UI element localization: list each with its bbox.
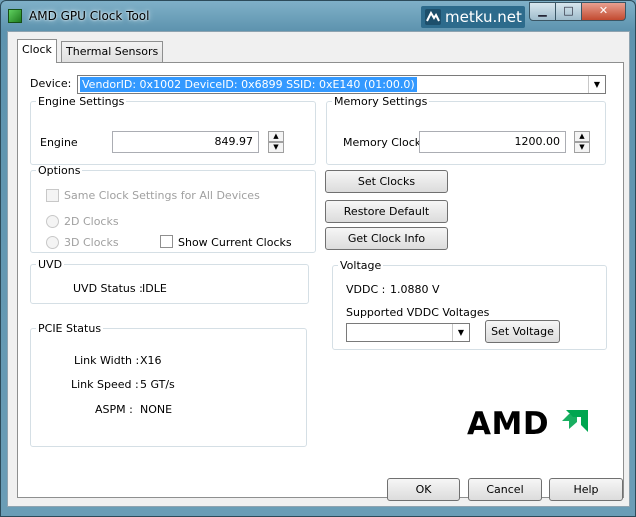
spin-up-icon[interactable]: ▲: [574, 131, 590, 142]
supported-vddc-select[interactable]: ▼: [346, 323, 470, 342]
show-current-clocks-label: Show Current Clocks: [178, 236, 292, 249]
metku-brand-text: metku.net: [445, 8, 522, 26]
uvd-title: UVD: [38, 258, 63, 271]
link-speed-label: Link Speed :: [71, 378, 139, 391]
set-voltage-button[interactable]: Set Voltage: [485, 320, 560, 343]
device-label: Device:: [30, 77, 72, 90]
uvd-status-value: IDLE: [142, 282, 167, 295]
app-window: AMD GPU Clock Tool metku.net ▁ □ ✕ Clock…: [0, 0, 636, 517]
aspm-value: NONE: [140, 403, 173, 416]
memory-clock-input[interactable]: 1200.00: [419, 131, 566, 153]
close-button[interactable]: ✕: [581, 2, 626, 21]
app-icon: [8, 9, 22, 23]
aspm-label: ASPM :: [95, 403, 133, 416]
link-width-label: Link Width :: [74, 354, 140, 367]
amd-logo: AMD: [450, 399, 607, 453]
minimize-button[interactable]: ▁: [529, 2, 556, 21]
memory-settings-title: Memory Settings: [334, 95, 428, 108]
chevron-down-icon[interactable]: ▼: [452, 324, 469, 341]
memory-clock-spinner[interactable]: ▲ ▼: [574, 131, 590, 153]
engine-label: Engine: [40, 136, 78, 149]
device-select-value: VendorID: 0x1002 DeviceID: 0x6899 SSID: …: [80, 77, 417, 92]
tab-clock[interactable]: Clock: [17, 39, 57, 63]
engine-settings-group: Engine Settings: [30, 95, 316, 165]
ok-button[interactable]: OK: [387, 478, 460, 501]
spin-down-icon[interactable]: ▼: [268, 142, 284, 153]
uvd-group: UVD: [30, 258, 309, 304]
engine-clock-input[interactable]: 849.97: [112, 131, 259, 153]
title-bar[interactable]: AMD GPU Clock Tool metku.net ▁ □ ✕: [1, 1, 635, 31]
voltage-title: Voltage: [340, 259, 382, 272]
clocks-3d-radio[interactable]: [46, 236, 59, 249]
spin-down-icon[interactable]: ▼: [574, 142, 590, 153]
metku-logo-icon: [425, 9, 441, 25]
clocks-2d-radio[interactable]: [46, 215, 59, 228]
amd-arrow-icon: [562, 410, 588, 432]
pcie-status-title: PCIE Status: [38, 322, 102, 335]
spin-up-icon[interactable]: ▲: [268, 131, 284, 142]
same-clock-checkbox[interactable]: [46, 189, 59, 202]
restore-default-clocks-button[interactable]: Restore Default Clocks: [325, 200, 448, 239]
help-button[interactable]: Help: [549, 478, 623, 501]
show-current-clocks-checkbox[interactable]: [160, 235, 173, 248]
window-title: AMD GPU Clock Tool: [29, 9, 150, 23]
link-width-value: X16: [140, 354, 162, 367]
amd-logo-text: AMD: [467, 406, 550, 442]
metku-brand-badge: metku.net: [421, 6, 525, 28]
uvd-status-label: UVD Status :: [73, 282, 143, 295]
device-select[interactable]: VendorID: 0x1002 DeviceID: 0x6899 SSID: …: [77, 75, 606, 94]
options-title: Options: [38, 164, 81, 177]
link-speed-value: 5 GT/s: [140, 378, 175, 391]
chevron-down-icon[interactable]: ▼: [588, 76, 605, 93]
clocks-3d-label: 3D Clocks: [64, 236, 119, 249]
set-clocks-button[interactable]: Set Clocks: [325, 170, 448, 193]
engine-settings-title: Engine Settings: [38, 95, 125, 108]
same-clock-label: Same Clock Settings for All Devices: [64, 189, 260, 202]
clocks-2d-label: 2D Clocks: [64, 215, 119, 228]
cancel-button[interactable]: Cancel: [468, 478, 542, 501]
clock-tab-panel: Device: VendorID: 0x1002 DeviceID: 0x689…: [17, 62, 624, 498]
client-area: Clock Thermal Sensors Device: VendorID: …: [7, 31, 630, 507]
vddc-value: 1.0880 V: [390, 283, 440, 296]
engine-clock-spinner[interactable]: ▲ ▼: [268, 131, 284, 153]
vddc-label: VDDC :: [346, 283, 386, 296]
supported-vddc-label: Supported VDDC Voltages: [346, 306, 490, 319]
get-clock-info-button[interactable]: Get Clock Info: [325, 227, 448, 250]
memory-clock-label: Memory Clock: [343, 136, 422, 149]
tab-thermal-sensors[interactable]: Thermal Sensors: [61, 41, 164, 62]
memory-settings-group: Memory Settings: [326, 95, 606, 165]
maximize-button[interactable]: □: [555, 2, 582, 21]
